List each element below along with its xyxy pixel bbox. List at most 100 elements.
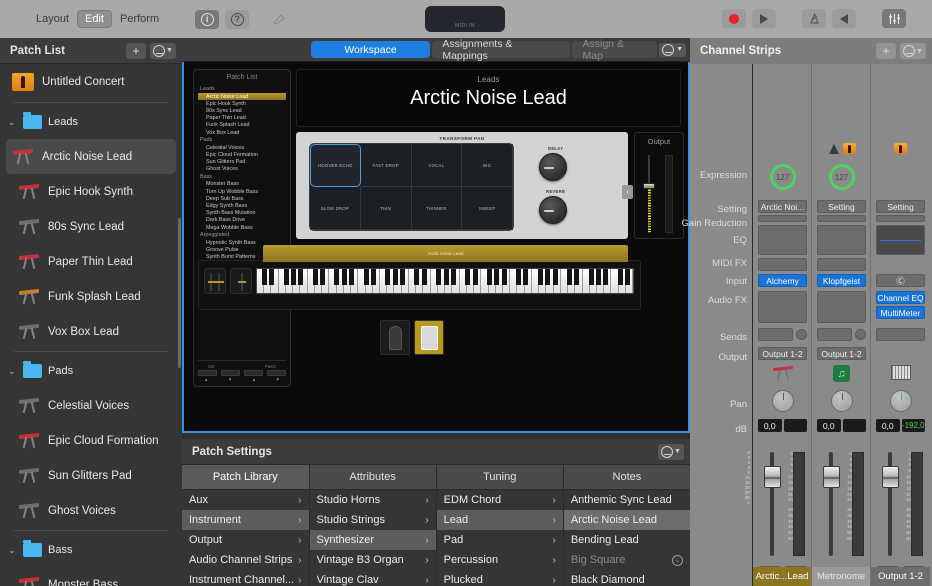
chevron-down-icon[interactable]: ⌄ xyxy=(8,366,17,377)
chevron-right-icon[interactable]: › xyxy=(622,185,633,199)
piano-black-key[interactable] xyxy=(589,269,594,285)
ps-row-big-square[interactable]: Big Square⌄ xyxy=(564,550,690,570)
pad-thinner[interactable]: THINNER xyxy=(412,187,463,230)
ps-row-lead[interactable]: Lead› xyxy=(437,510,563,530)
download-icon[interactable]: ⌄ xyxy=(672,555,683,566)
ps-row-pad[interactable]: Pad› xyxy=(437,530,563,550)
channel-strip-2[interactable]: 127 Setting Klopfgeist Output 1-2 ♫ 0,0 … xyxy=(812,64,871,586)
mode-edit[interactable]: Edit xyxy=(77,10,112,28)
piano-black-key[interactable] xyxy=(618,269,623,285)
metronome-icon[interactable] xyxy=(802,9,826,28)
eq-display[interactable] xyxy=(817,225,866,255)
volume-fader[interactable] xyxy=(882,466,899,488)
wpl-item[interactable]: Arctic Noise Lead xyxy=(198,93,286,100)
ps-row-vintage-clav[interactable]: Vintage Clav› xyxy=(310,570,436,586)
send-slot[interactable] xyxy=(876,328,925,341)
fader-meter-1[interactable]: 03691215182124303540455060 xyxy=(757,450,808,560)
piano-black-key[interactable] xyxy=(371,269,376,285)
output-slot[interactable]: Output 1-2 xyxy=(758,347,807,360)
channel-strip-name[interactable]: Output 1-2 xyxy=(871,567,930,586)
send-knob[interactable] xyxy=(855,329,866,340)
eq-display[interactable] xyxy=(758,225,807,255)
channel-strip-1[interactable]: 127 Arctic Noi... Alchemy Output 1-2 0,0… xyxy=(753,64,812,586)
piano-black-key[interactable] xyxy=(545,269,550,285)
audio-fx-channel-eq[interactable]: Channel EQ xyxy=(876,291,925,304)
pan-knob[interactable] xyxy=(890,390,912,412)
pad-slow-drop[interactable]: SLOW DROP xyxy=(310,187,361,230)
wpl-item[interactable]: Vox Box Lead xyxy=(198,129,286,136)
mode-segmented-control[interactable]: Layout Edit Perform xyxy=(28,10,167,28)
add-channel-strip-button[interactable]: + xyxy=(876,43,896,59)
piano-black-key[interactable] xyxy=(385,269,390,285)
ps-row-anthemic-sync-lead[interactable]: Anthemic Sync Lead xyxy=(564,490,690,510)
piano-black-key[interactable] xyxy=(502,269,507,285)
help-icon[interactable]: ? xyxy=(225,10,249,29)
patch-settings-action-menu[interactable]: ▼ xyxy=(658,444,684,460)
expression-knob[interactable]: 127 xyxy=(770,164,796,190)
ps-row-studio-horns[interactable]: Studio Horns› xyxy=(310,490,436,510)
piano-black-key[interactable] xyxy=(334,269,339,285)
fader-meter-3[interactable]: 03691215182124303540455060 xyxy=(875,450,926,560)
ps-row-plucked[interactable]: Plucked› xyxy=(437,570,563,586)
sidebar-item-funk-splash-lead[interactable]: Funk Splash Lead xyxy=(0,279,182,314)
wpl-item[interactable]: Epic Cloud Formation xyxy=(198,151,286,158)
sidebar-item-epic-cloud-formation[interactable]: Epic Cloud Formation xyxy=(0,423,182,458)
eq-display[interactable] xyxy=(876,225,925,255)
pencil-icon[interactable] xyxy=(267,10,291,29)
wpl-item[interactable]: Ghost Voices xyxy=(198,166,286,173)
ps-row-percussion[interactable]: Percussion› xyxy=(437,550,563,570)
sidebar-item-ghost-voices[interactable]: Ghost Voices xyxy=(0,493,182,528)
delay-knob[interactable] xyxy=(539,153,567,181)
piano-black-key[interactable] xyxy=(313,269,318,285)
setting-button[interactable]: Setting xyxy=(817,200,866,213)
wpl-item[interactable]: Mega Wobble Bass xyxy=(198,224,286,231)
pad-vocal[interactable]: VOCAL xyxy=(412,144,463,187)
concert-row[interactable]: Untitled Concert xyxy=(0,64,182,100)
patch-next-button[interactable] xyxy=(267,370,286,376)
sidebar-item-80s-sync-lead[interactable]: 80s Sync Lead xyxy=(0,209,182,244)
ps-row-vintage-b3-organ[interactable]: Vintage B3 Organ› xyxy=(310,550,436,570)
piano-black-key[interactable] xyxy=(596,269,601,285)
output-fader[interactable] xyxy=(645,155,653,233)
db-value[interactable]: 0,0 xyxy=(876,419,900,432)
mode-perform[interactable]: Perform xyxy=(112,10,167,28)
expression-knob[interactable]: 127 xyxy=(829,164,855,190)
piano-black-key[interactable] xyxy=(625,269,630,285)
piano-black-key[interactable] xyxy=(523,269,528,285)
piano-black-key[interactable] xyxy=(298,269,303,285)
piano-black-key[interactable] xyxy=(269,269,274,285)
channel-strips-action-menu[interactable]: ▼ xyxy=(900,43,926,59)
workspace-canvas[interactable]: Patch List Leads Arctic Noise Lead Epic … xyxy=(182,62,690,433)
wpl-item[interactable]: Celestial Voices xyxy=(198,144,286,151)
wpl-item[interactable]: Deep Sub Bass xyxy=(198,195,286,202)
ps-row-black-diamond[interactable]: Black Diamond xyxy=(564,570,690,586)
ps-row-bending-lead[interactable]: Bending Lead xyxy=(564,530,690,550)
piano-black-key[interactable] xyxy=(603,269,608,285)
pad-thin[interactable]: THIN xyxy=(361,187,412,230)
send-slot[interactable] xyxy=(758,328,793,341)
output-slot[interactable]: Output 1-2 xyxy=(817,347,866,360)
ps-row-output[interactable]: Output› xyxy=(182,530,309,550)
add-patch-button[interactable]: + xyxy=(126,43,146,59)
workspace-patch-list[interactable]: Patch List Leads Arctic Noise Lead Epic … xyxy=(193,69,291,387)
ps-row-arctic-noise-lead[interactable]: Arctic Noise Lead xyxy=(564,510,690,530)
piano-black-key[interactable] xyxy=(487,269,492,285)
pad-fast-drop[interactable]: FAST DROP xyxy=(361,144,412,187)
sidebar-scrollbar[interactable] xyxy=(178,218,181,368)
patch-list-action-menu[interactable]: ▼ xyxy=(150,43,176,59)
wpl-item[interactable]: Edgy Synth Bass xyxy=(198,202,286,209)
record-icon[interactable] xyxy=(722,9,746,28)
chevron-down-icon[interactable]: ⌄ xyxy=(8,117,17,128)
wpl-item[interactable]: Epic Hook Synth xyxy=(198,100,286,107)
piano-black-key[interactable] xyxy=(400,269,405,285)
piano-black-key[interactable] xyxy=(473,269,478,285)
piano-black-key[interactable] xyxy=(342,269,347,285)
speaker-icon[interactable] xyxy=(832,9,856,28)
input-slot[interactable]: Alchemy xyxy=(758,274,807,287)
sidebar-group-pads[interactable]: ⌄ Pads xyxy=(0,354,182,388)
piano-black-key[interactable] xyxy=(393,269,398,285)
wpl-item[interactable]: Paper Thin Lead xyxy=(198,115,286,122)
piano-black-key[interactable] xyxy=(516,269,521,285)
volume-fader[interactable] xyxy=(823,466,840,488)
piano-black-key[interactable] xyxy=(291,269,296,285)
